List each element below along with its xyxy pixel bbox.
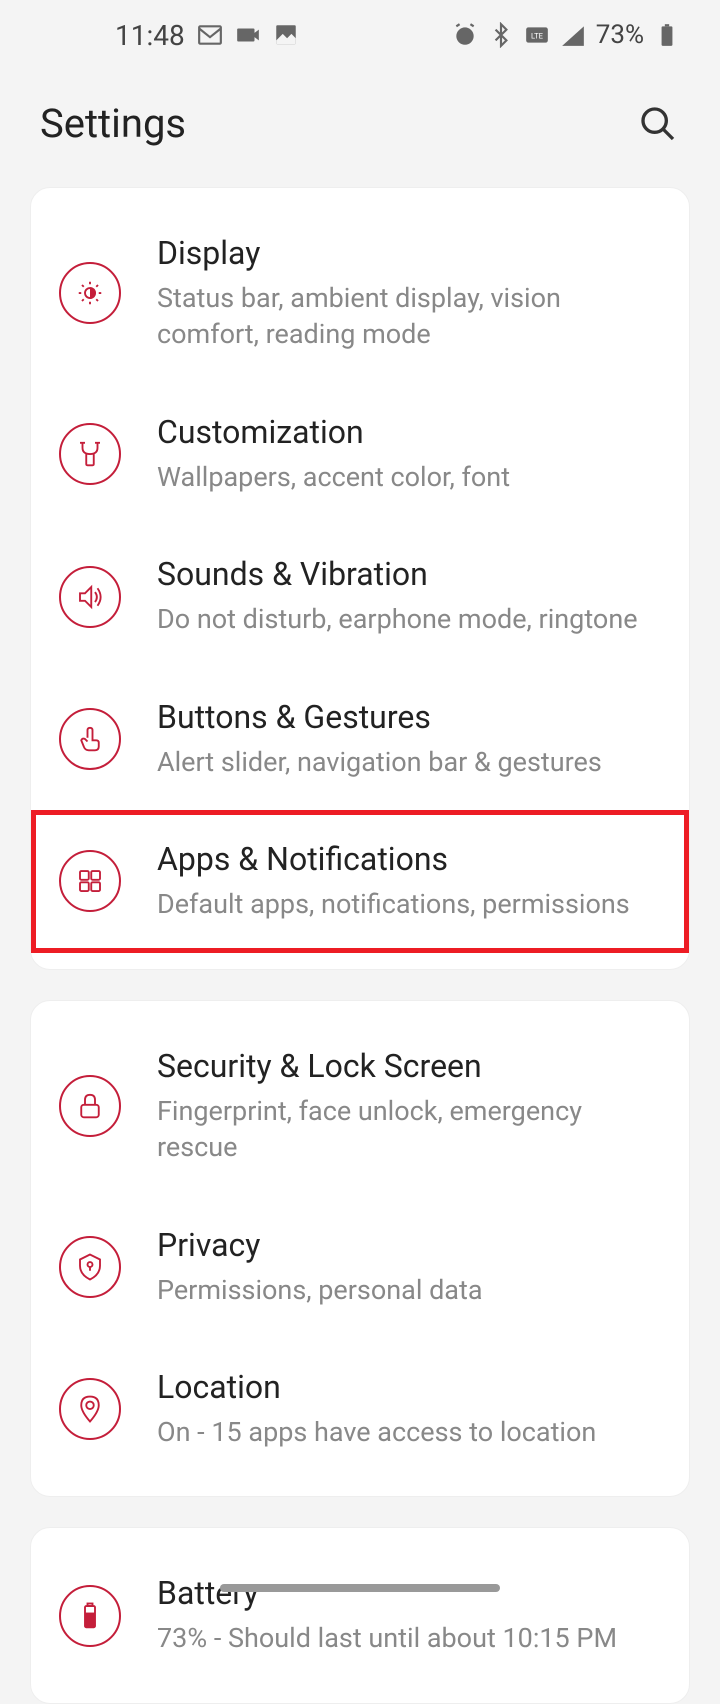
item-text: Apps & Notifications Default apps, notif…	[157, 840, 661, 922]
item-text: Sounds & Vibration Do not disturb, earph…	[157, 555, 661, 637]
settings-item-privacy[interactable]: Privacy Permissions, personal data	[31, 1196, 689, 1338]
navigation-handle[interactable]	[220, 1584, 500, 1592]
privacy-icon	[59, 1236, 121, 1298]
item-title: Sounds & Vibration	[157, 555, 661, 593]
status-bar: 11:48 LTE 73%	[0, 0, 720, 70]
status-time: 11:48	[115, 19, 185, 52]
item-text: Location On - 15 apps have access to loc…	[157, 1368, 661, 1450]
battery-setting-icon	[59, 1585, 121, 1647]
item-text: Privacy Permissions, personal data	[157, 1226, 661, 1308]
svg-text:LTE: LTE	[531, 31, 544, 40]
gmail-icon	[197, 22, 223, 48]
page-title: Settings	[40, 100, 186, 147]
item-subtitle: Status bar, ambient display, vision comf…	[157, 280, 661, 353]
sound-icon	[59, 566, 121, 628]
app-header: Settings	[0, 70, 720, 187]
item-text: Security & Lock Screen Fingerprint, face…	[157, 1047, 661, 1166]
settings-item-sounds[interactable]: Sounds & Vibration Do not disturb, earph…	[31, 525, 689, 667]
location-icon	[59, 1378, 121, 1440]
bluetooth-icon	[488, 22, 514, 48]
item-title: Buttons & Gestures	[157, 698, 661, 736]
item-title: Display	[157, 234, 661, 272]
item-title: Security & Lock Screen	[157, 1047, 661, 1085]
item-title: Privacy	[157, 1226, 661, 1264]
status-left: 11:48	[115, 19, 299, 52]
signal-icon	[560, 22, 586, 48]
camera-icon	[235, 22, 261, 48]
search-button[interactable]	[636, 102, 680, 146]
settings-item-location[interactable]: Location On - 15 apps have access to loc…	[31, 1338, 689, 1480]
display-icon	[59, 262, 121, 324]
apps-icon	[59, 850, 121, 912]
lock-icon	[59, 1075, 121, 1137]
settings-group-1: Display Status bar, ambient display, vis…	[30, 187, 690, 970]
item-text: Customization Wallpapers, accent color, …	[157, 413, 661, 495]
item-subtitle: Alert slider, navigation bar & gestures	[157, 744, 661, 780]
item-subtitle: 73% - Should last until about 10:15 PM	[157, 1620, 661, 1656]
settings-item-security[interactable]: Security & Lock Screen Fingerprint, face…	[31, 1017, 689, 1196]
item-title: Customization	[157, 413, 661, 451]
item-text: Buttons & Gestures Alert slider, navigat…	[157, 698, 661, 780]
settings-group-2: Security & Lock Screen Fingerprint, face…	[30, 1000, 690, 1498]
item-subtitle: Fingerprint, face unlock, emergency resc…	[157, 1093, 661, 1166]
item-title: Location	[157, 1368, 661, 1406]
settings-item-battery[interactable]: Battery 73% - Should last until about 10…	[31, 1544, 689, 1686]
item-subtitle: On - 15 apps have access to location	[157, 1414, 661, 1450]
item-text: Display Status bar, ambient display, vis…	[157, 234, 661, 353]
status-right: LTE 73%	[452, 20, 680, 50]
volte-icon: LTE	[524, 22, 550, 48]
image-icon	[273, 22, 299, 48]
settings-item-buttons[interactable]: Buttons & Gestures Alert slider, navigat…	[31, 668, 689, 810]
settings-item-customization[interactable]: Customization Wallpapers, accent color, …	[31, 383, 689, 525]
settings-item-display[interactable]: Display Status bar, ambient display, vis…	[31, 204, 689, 383]
item-subtitle: Default apps, notifications, permissions	[157, 886, 661, 922]
alarm-icon	[452, 22, 478, 48]
gestures-icon	[59, 708, 121, 770]
battery-percent: 73%	[596, 20, 644, 50]
customization-icon	[59, 423, 121, 485]
settings-group-3: Battery 73% - Should last until about 10…	[30, 1527, 690, 1703]
item-subtitle: Do not disturb, earphone mode, ringtone	[157, 601, 661, 637]
item-title: Battery	[157, 1574, 661, 1612]
settings-item-apps[interactable]: Apps & Notifications Default apps, notif…	[31, 810, 689, 952]
battery-icon	[654, 22, 680, 48]
item-subtitle: Permissions, personal data	[157, 1272, 661, 1308]
item-subtitle: Wallpapers, accent color, font	[157, 459, 661, 495]
item-title: Apps & Notifications	[157, 840, 661, 878]
